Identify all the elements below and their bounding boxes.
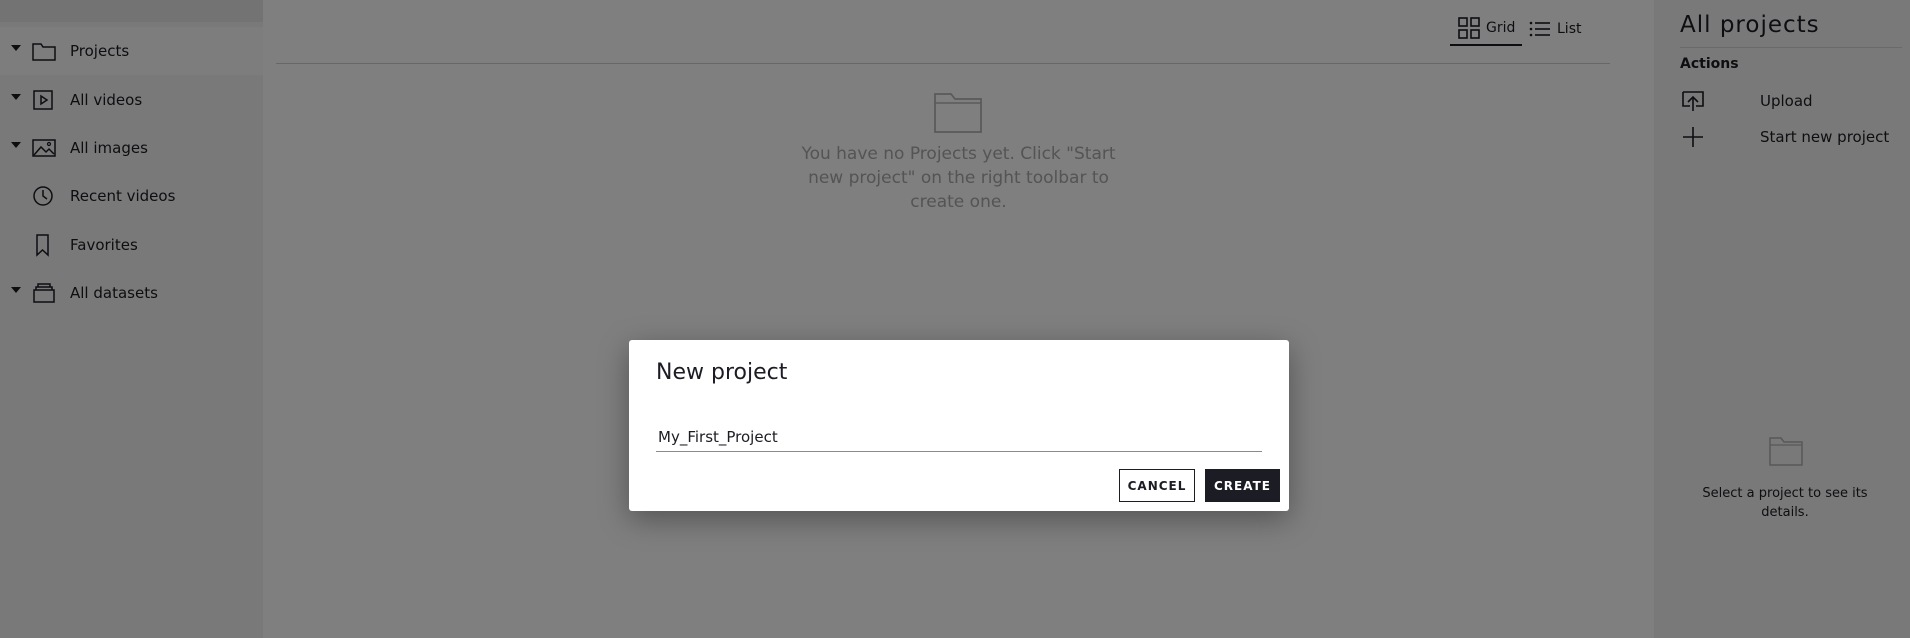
cancel-button[interactable]: CANCEL — [1119, 469, 1195, 502]
new-project-dialog: New project CANCEL CREATE — [629, 340, 1289, 511]
project-name-input[interactable] — [656, 422, 1262, 452]
dialog-title: New project — [656, 360, 788, 385]
create-button[interactable]: CREATE — [1205, 469, 1280, 502]
modal-backdrop[interactable] — [0, 0, 1910, 638]
